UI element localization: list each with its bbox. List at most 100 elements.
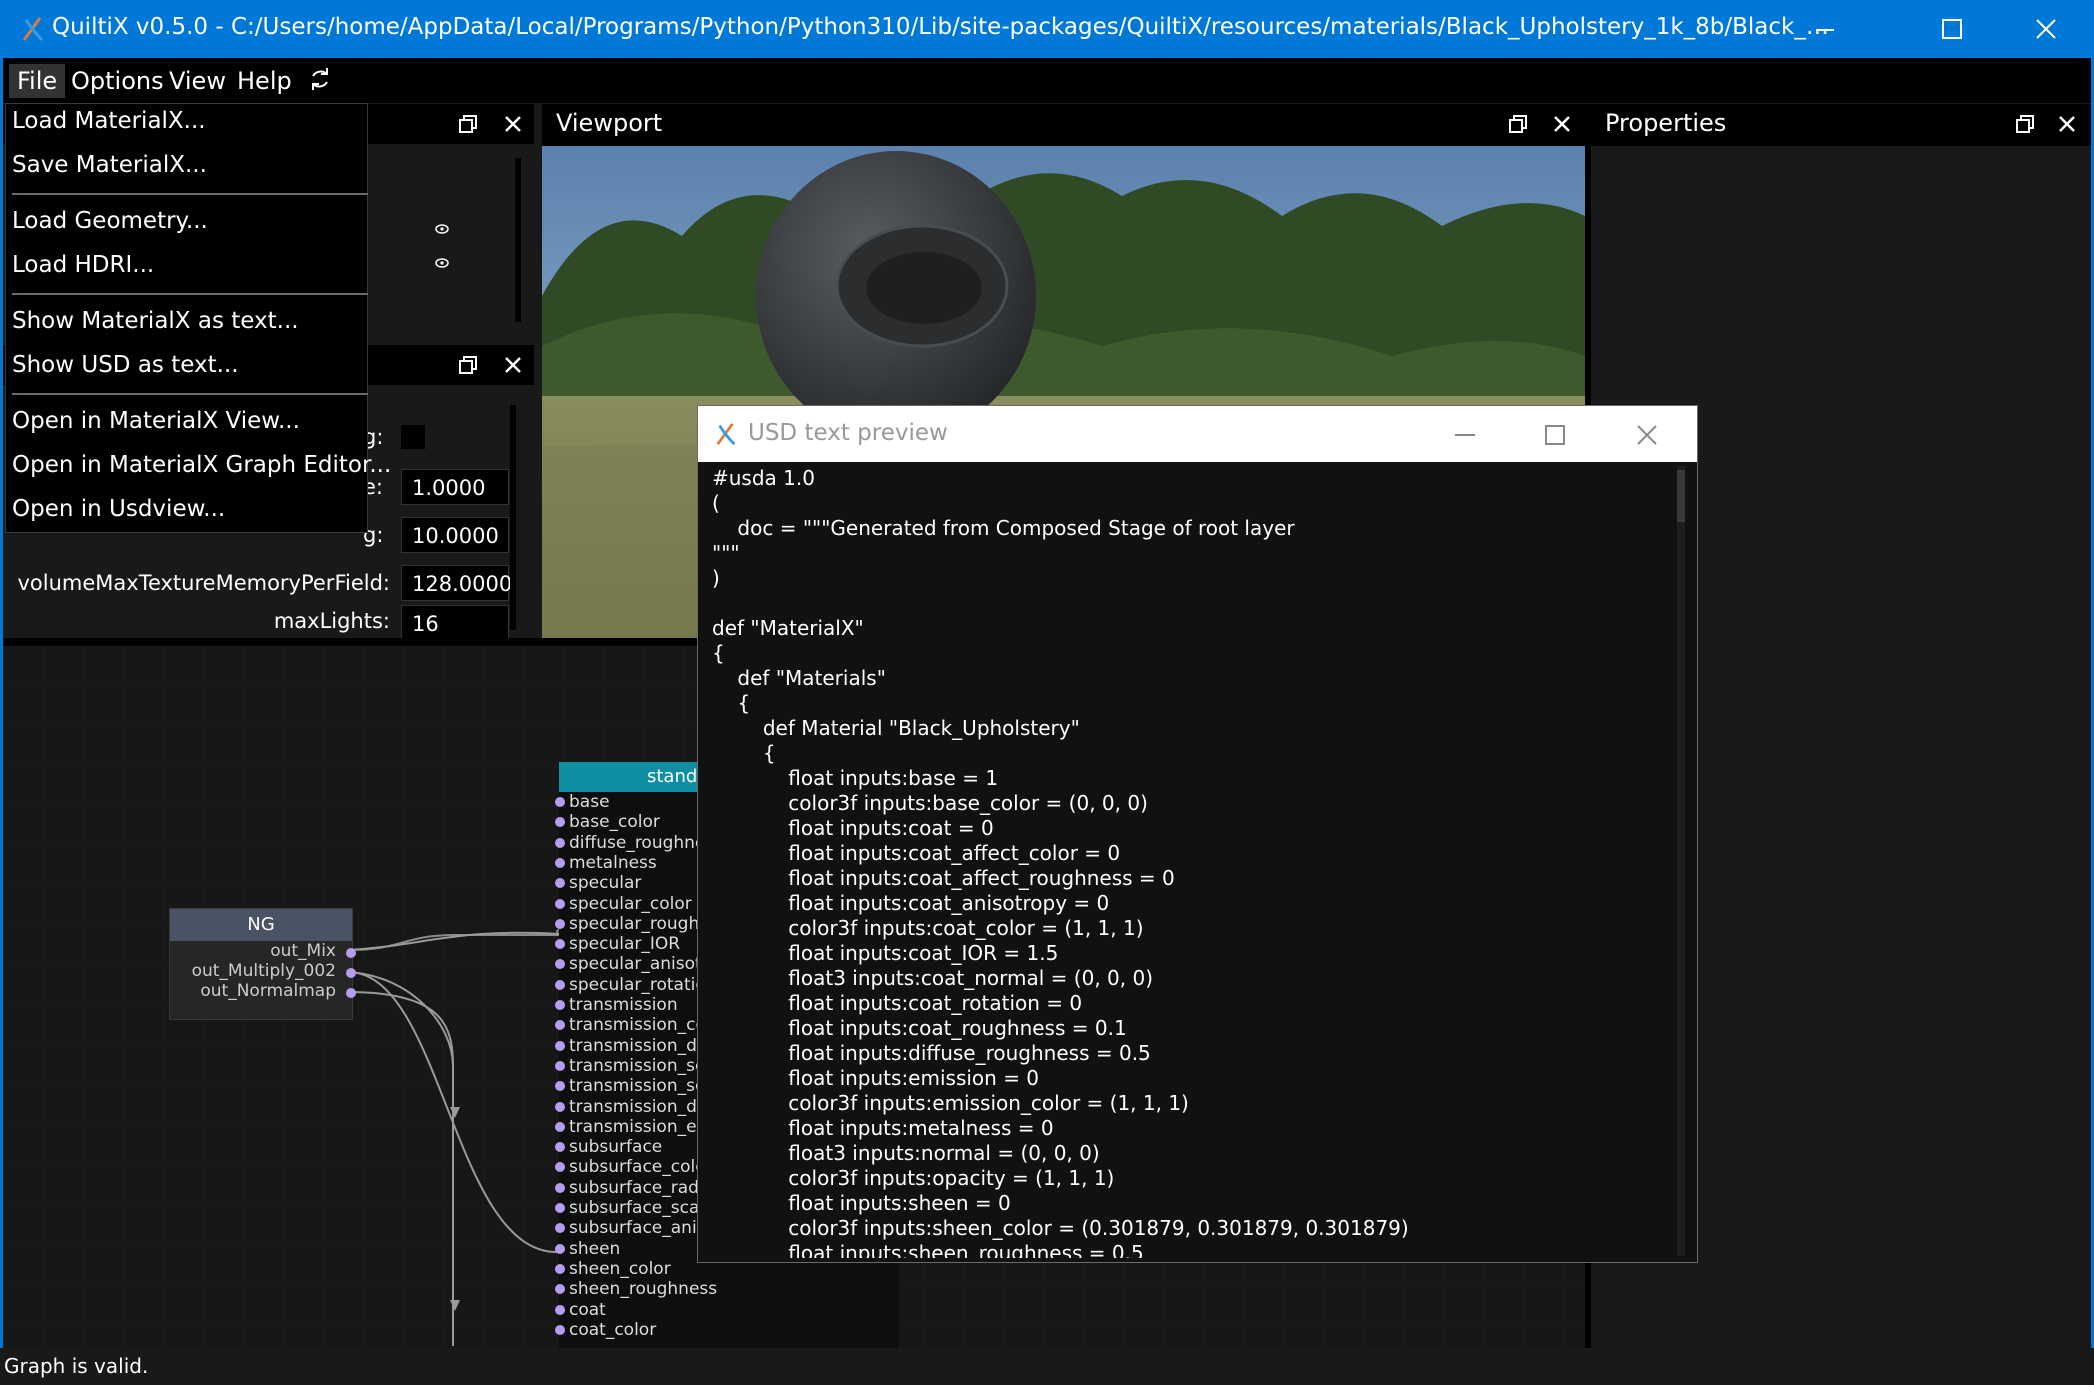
- float-panel-icon[interactable]: [458, 114, 478, 134]
- node-input-row[interactable]: coat_color: [555, 1320, 899, 1340]
- input-port[interactable]: [555, 797, 565, 807]
- quiltix-logo-icon: [716, 423, 736, 446]
- status-bar: Graph is valid.: [0, 1348, 2094, 1385]
- properties-title: Properties: [1605, 109, 1727, 137]
- code-line: {: [712, 691, 751, 715]
- setting-value-field[interactable]: 128.0000: [401, 565, 512, 601]
- setting-value-field[interactable]: 16: [401, 605, 509, 638]
- usd-text-content[interactable]: #usda 1.0( doc = """Generated from Compo…: [712, 466, 1672, 1258]
- input-port[interactable]: [555, 1243, 565, 1254]
- node-input-label: specular: [569, 873, 642, 894]
- input-port[interactable]: [555, 1182, 565, 1193]
- maximize-icon[interactable]: [1544, 424, 1566, 446]
- menu-options[interactable]: Options: [63, 64, 172, 98]
- menu-item-load-materialx[interactable]: Load MaterialX...: [12, 108, 206, 134]
- node-input-label: subsurface: [569, 1137, 663, 1158]
- input-port[interactable]: [555, 1162, 565, 1173]
- float-panel-icon[interactable]: [458, 355, 478, 375]
- menu-item-load-hdri[interactable]: Load HDRI...: [12, 252, 154, 278]
- code-line: float inputs:base = 1: [712, 766, 999, 790]
- float-panel-icon[interactable]: [2015, 114, 2035, 134]
- code-line: float inputs:coat_rotation = 0: [712, 991, 1083, 1015]
- dialog-titlebar[interactable]: USD text preview: [698, 406, 1697, 462]
- input-port[interactable]: [555, 979, 565, 990]
- input-port[interactable]: [555, 1121, 565, 1132]
- menu-item-show-usd-text[interactable]: Show USD as text...: [12, 352, 239, 378]
- node-input-row[interactable]: coat: [555, 1300, 899, 1320]
- input-port[interactable]: [555, 1284, 565, 1295]
- input-port[interactable]: [555, 959, 565, 970]
- status-text: Graph is valid.: [4, 1354, 149, 1378]
- node-input-row[interactable]: sheen_roughness: [555, 1279, 899, 1299]
- float-panel-icon[interactable]: [1508, 114, 1528, 134]
- code-line: float inputs:emission = 0: [712, 1066, 1040, 1090]
- menu-item-save-materialx[interactable]: Save MaterialX...: [12, 152, 207, 178]
- setting-checkbox[interactable]: [401, 425, 425, 449]
- node-input-label: diffuse_roughne: [569, 832, 706, 853]
- minimize-button[interactable]: [1779, 0, 1871, 58]
- input-port[interactable]: [555, 1000, 565, 1010]
- menu-help[interactable]: Help: [229, 64, 300, 98]
- input-port[interactable]: [555, 918, 565, 929]
- scrollbar[interactable]: [515, 158, 521, 322]
- input-port[interactable]: [555, 898, 565, 909]
- input-port[interactable]: [555, 939, 565, 950]
- menu-item-open-graph-editor[interactable]: Open in MaterialX Graph Editor...: [12, 452, 391, 478]
- input-port[interactable]: [555, 878, 565, 889]
- scrollbar-thumb[interactable]: [1677, 470, 1685, 522]
- node-input-label: base_color: [569, 812, 660, 833]
- setting-value-field[interactable]: 10.0000: [401, 517, 509, 553]
- close-button[interactable]: [2000, 0, 2092, 58]
- input-port[interactable]: [555, 1142, 565, 1153]
- output-port[interactable]: [346, 968, 356, 978]
- input-port[interactable]: [555, 857, 565, 868]
- menu-separator: [12, 193, 368, 195]
- input-port[interactable]: [555, 837, 565, 848]
- ng-output-label: out_Normalmap: [200, 981, 336, 1001]
- input-port[interactable]: [555, 1020, 565, 1031]
- code-line: def "MaterialX": [712, 616, 864, 640]
- minimize-icon[interactable]: [1454, 424, 1476, 446]
- input-port[interactable]: [555, 1304, 565, 1315]
- menu-view[interactable]: View: [161, 64, 234, 98]
- scrollbar[interactable]: [510, 405, 516, 630]
- eye-icon[interactable]: [435, 258, 449, 268]
- code-line: float inputs:diffuse_roughness = 0.5: [712, 1041, 1151, 1065]
- setting-value-field[interactable]: 1.0000: [401, 469, 509, 505]
- close-panel-icon[interactable]: [503, 355, 523, 375]
- eye-icon[interactable]: [435, 224, 449, 234]
- output-port[interactable]: [346, 988, 356, 998]
- menu-item-open-materialx-view[interactable]: Open in MaterialX View...: [12, 408, 300, 434]
- maximize-button[interactable]: [1906, 0, 1998, 58]
- input-port[interactable]: [555, 1324, 565, 1335]
- refresh-icon[interactable]: [305, 64, 335, 94]
- input-port[interactable]: [555, 1081, 565, 1092]
- window-titlebar[interactable]: QuiltiX v0.5.0 - C:/Users/home/AppData/L…: [0, 0, 2094, 58]
- input-port[interactable]: [555, 1203, 565, 1213]
- close-panel-icon[interactable]: [2057, 114, 2077, 134]
- node-input-label: subsurface_scal: [569, 1198, 705, 1218]
- code-line: float inputs:coat = 0: [712, 816, 994, 840]
- menu-item-load-geometry[interactable]: Load Geometry...: [12, 208, 208, 234]
- input-port[interactable]: [555, 1060, 565, 1071]
- menu-file[interactable]: File: [9, 64, 66, 98]
- close-panel-icon[interactable]: [503, 114, 523, 134]
- close-icon[interactable]: [1636, 424, 1658, 446]
- output-port[interactable]: [346, 948, 356, 958]
- input-port[interactable]: [555, 1101, 565, 1112]
- input-port[interactable]: [555, 1040, 565, 1051]
- dialog-scrollbar[interactable]: [1677, 466, 1685, 1256]
- menu-item-show-materialx-text[interactable]: Show MaterialX as text...: [12, 308, 299, 334]
- properties-panel-header: Properties: [1591, 104, 2091, 146]
- ng-node[interactable]: NG out_Mix out_Multiply_002 out_Normalma…: [169, 908, 356, 1020]
- input-port[interactable]: [555, 1263, 565, 1274]
- code-line: float inputs:sheen_roughness = 0.5: [712, 1241, 1144, 1258]
- node-input-label: specular_IOR: [569, 934, 681, 955]
- dialog-title: USD text preview: [748, 420, 948, 446]
- input-port[interactable]: [555, 817, 565, 828]
- viewport-panel-header: Viewport: [542, 104, 1585, 146]
- menu-item-open-usdview[interactable]: Open in Usdview...: [12, 496, 225, 522]
- close-panel-icon[interactable]: [1552, 114, 1572, 134]
- input-port[interactable]: [555, 1223, 565, 1234]
- minimize-icon: [1816, 29, 1834, 31]
